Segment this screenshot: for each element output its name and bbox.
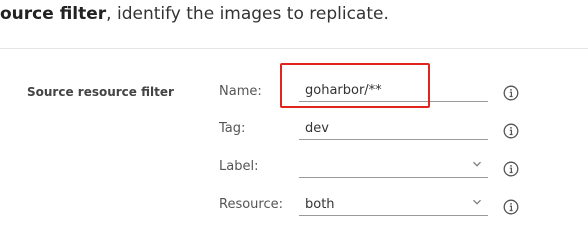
intro-text: ource filter, identify the images to rep…: [0, 4, 389, 24]
info-circle-icon[interactable]: [503, 85, 519, 101]
resource-label: Resource:: [219, 197, 283, 212]
section-label: Source resource filter: [27, 85, 174, 99]
intro-rest: , identify the images to replicate.: [106, 4, 389, 24]
highlight-box: [280, 63, 430, 108]
chevron-down-icon: [473, 161, 481, 167]
chevron-down-icon: [473, 199, 481, 205]
info-circle-icon[interactable]: [503, 199, 519, 215]
intro-bold: ource filter: [0, 4, 107, 24]
tag-input-value: dev: [305, 121, 329, 136]
tag-input[interactable]: dev: [299, 118, 488, 140]
resource-select[interactable]: both: [299, 194, 488, 216]
label-label: Label:: [219, 159, 259, 174]
name-label: Name:: [219, 84, 262, 99]
tag-label: Tag:: [219, 121, 246, 136]
info-circle-icon[interactable]: [503, 161, 519, 177]
divider: [0, 48, 588, 49]
info-circle-icon[interactable]: [503, 123, 519, 139]
label-select[interactable]: [299, 156, 488, 178]
resource-select-value: both: [305, 197, 335, 212]
